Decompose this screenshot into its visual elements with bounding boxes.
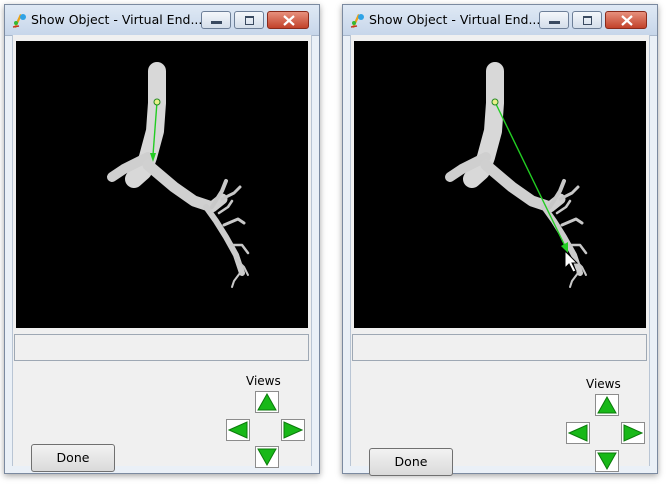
view-up-button[interactable]: [595, 394, 619, 416]
views-label: Views: [586, 377, 621, 391]
minimize-button[interactable]: [539, 11, 569, 29]
bronchiole-6: [231, 272, 241, 288]
3d-view[interactable]: [16, 41, 308, 328]
title-bar[interactable]: Show Object - Virtual End...: [5, 5, 319, 36]
maximize-button[interactable]: [234, 11, 264, 29]
view-right-button[interactable]: [621, 422, 645, 444]
window-title: Show Object - Virtual End...: [31, 12, 203, 27]
right-bronchus: [142, 159, 228, 213]
status-bar: [352, 334, 647, 361]
bronchiole-3: [222, 217, 246, 227]
view-left-button[interactable]: [566, 422, 590, 444]
views-label: Views: [246, 374, 281, 388]
title-bar[interactable]: Show Object - Virtual End...: [343, 5, 657, 36]
airway-render: [445, 62, 588, 288]
arrow-down-icon: [597, 452, 617, 470]
view-right-button[interactable]: [281, 419, 305, 441]
view-left-button[interactable]: [226, 419, 250, 441]
arrow-down-icon: [257, 448, 277, 466]
virtual-endoscopy-window-left: Show Object - Virtual End... Views Done: [4, 4, 320, 474]
done-button[interactable]: Done: [31, 444, 115, 472]
close-button[interactable]: [605, 11, 647, 29]
arrow-up-icon: [257, 393, 277, 411]
app-icon: [12, 14, 26, 28]
right-bronchus: [480, 159, 566, 213]
arrow-right-icon: [623, 424, 643, 442]
virtual-endoscopy-window-right: Show Object - Virtual End... Views Done: [342, 4, 658, 476]
3d-view[interactable]: [354, 41, 646, 328]
close-button[interactable]: [267, 11, 309, 29]
view-up-button[interactable]: [255, 391, 279, 413]
bronchiole-3: [560, 217, 584, 227]
window-title: Show Object - Virtual End...: [369, 12, 541, 27]
view-down-button[interactable]: [595, 450, 619, 472]
close-icon: [621, 15, 633, 26]
app-icon: [350, 14, 364, 28]
status-bar: [14, 334, 309, 361]
close-icon: [283, 15, 295, 26]
probe-line: [494, 101, 566, 247]
minimize-button[interactable]: [201, 11, 231, 29]
probe-start-marker: [491, 98, 499, 106]
probe-start-marker: [153, 98, 161, 106]
view-down-button[interactable]: [255, 446, 279, 468]
done-button[interactable]: Done: [369, 448, 453, 476]
arrow-left-icon: [228, 421, 248, 439]
arrow-right-icon: [283, 421, 303, 439]
arrow-left-icon: [568, 424, 588, 442]
maximize-button[interactable]: [572, 11, 602, 29]
arrow-up-icon: [597, 396, 617, 414]
airway-render: [107, 62, 250, 288]
lower-bronchus: [203, 204, 245, 276]
bronchiole-6: [569, 272, 579, 288]
